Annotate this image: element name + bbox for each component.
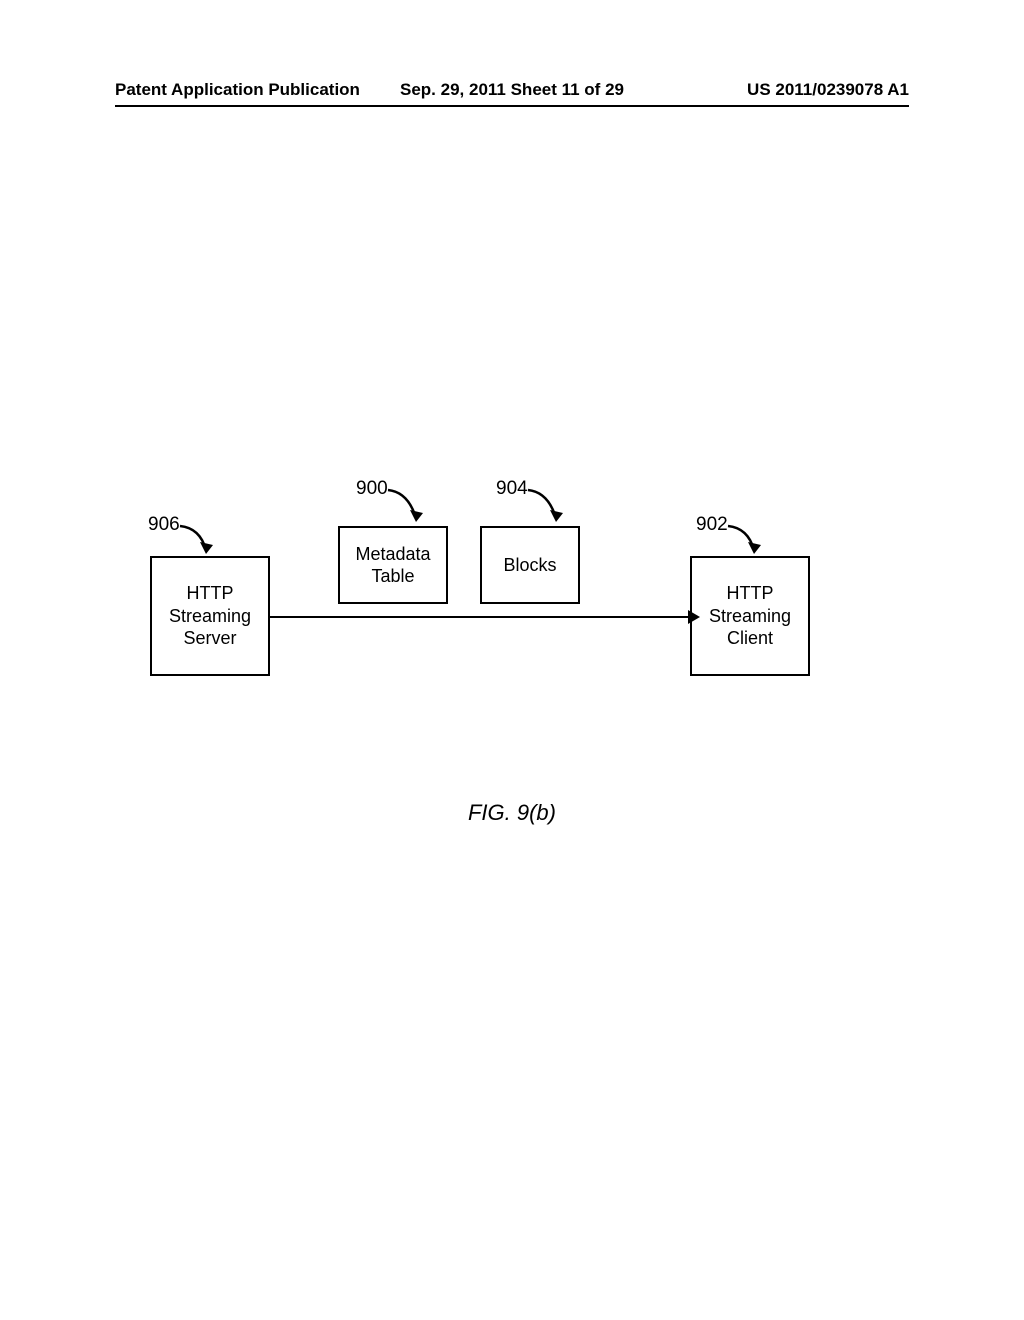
figure-caption: FIG. 9(b) [0, 800, 1024, 826]
diagram: 900 904 906 902 HTTP Streaming Server Me… [0, 0, 1024, 1320]
ref-900: 900 [356, 478, 388, 500]
box-http-streaming-client: HTTP Streaming Client [690, 556, 810, 676]
flow-arrow-line [270, 616, 690, 618]
pointer-900-icon [386, 482, 446, 532]
box-metadata-label: Metadata Table [355, 543, 430, 588]
box-blocks: Blocks [480, 526, 580, 604]
box-http-streaming-server: HTTP Streaming Server [150, 556, 270, 676]
ref-904: 904 [496, 478, 528, 500]
ref-902: 902 [696, 514, 728, 536]
box-blocks-label: Blocks [503, 554, 556, 577]
box-server-label: HTTP Streaming Server [169, 582, 251, 650]
box-metadata-table: Metadata Table [338, 526, 448, 604]
pointer-904-icon [526, 482, 586, 532]
box-client-label: HTTP Streaming Client [709, 582, 791, 650]
flow-arrow-head-icon [688, 610, 700, 624]
ref-906: 906 [148, 514, 180, 536]
page: Patent Application Publication Sep. 29, … [0, 0, 1024, 1320]
